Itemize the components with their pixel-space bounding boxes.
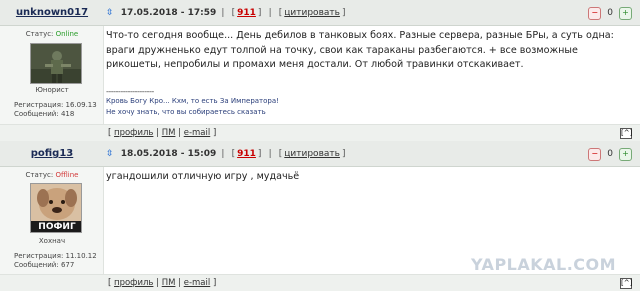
signature-line: Кровь Богу Кро... Кхм, то есть За Импера… xyxy=(106,96,279,105)
user-title: Юнорист xyxy=(35,86,69,94)
vote-count: 0 xyxy=(607,8,613,18)
author-name[interactable]: pofig13 xyxy=(0,141,104,167)
post-footer: [ профиль | ПМ | e-mail ] [^] xyxy=(0,274,640,291)
separator: | xyxy=(156,128,159,138)
bracket: ] xyxy=(257,149,262,159)
user-info: Статус: Online Юнорист Регистрация: 16.0… xyxy=(0,26,104,124)
to-top-button[interactable]: [^] xyxy=(620,128,632,139)
separator: | xyxy=(178,128,182,138)
minus-vote-icon[interactable]: − xyxy=(588,6,602,20)
bracket: [ xyxy=(278,149,283,159)
status-value: Offline xyxy=(55,171,79,179)
status-value: Online xyxy=(55,30,79,38)
msgs-label: Сообщений: xyxy=(14,110,59,118)
bracket: ] xyxy=(212,128,217,138)
user-stats: Регистрация: 16.09.13 Сообщений: 418 xyxy=(14,101,97,119)
user-info: Статус: Offline ПОФИГ Хохнач Регистрация… xyxy=(0,167,104,274)
post-footer: [ профиль | ПМ | e-mail ] [^] xyxy=(0,124,640,141)
post: unknown017 ⇳ 17.05.2018 - 17:59 | [911] … xyxy=(0,0,640,141)
post-header: unknown017 ⇳ 17.05.2018 - 17:59 | [911] … xyxy=(0,0,640,26)
bracket: ] xyxy=(341,8,346,18)
quote-link[interactable]: цитировать xyxy=(284,8,340,18)
msgs-count: 677 xyxy=(60,261,75,269)
separator: | xyxy=(221,149,225,159)
separator: | xyxy=(221,8,225,18)
status-label: Статус: xyxy=(25,171,54,179)
reg-date: 11.10.12 xyxy=(65,252,97,260)
post-meta: ⇳ 17.05.2018 - 17:59 | [911] | [цитирова… xyxy=(106,0,347,26)
to-top-button[interactable]: [^] xyxy=(620,278,632,289)
pin-icon[interactable]: ⇳ xyxy=(106,8,114,18)
author-name[interactable]: unknown017 xyxy=(0,0,104,26)
user-status: Статус: Offline xyxy=(0,171,104,179)
pm-link[interactable]: ПМ xyxy=(162,278,176,288)
post-meta: ⇳ 18.05.2018 - 15:09 | [911] | [цитирова… xyxy=(106,141,347,167)
email-link[interactable]: e-mail xyxy=(184,128,211,138)
user-title: Хохнач xyxy=(38,237,66,245)
bracket: [ xyxy=(278,8,283,18)
user-status: Статус: Online xyxy=(0,30,104,38)
minus-vote-icon[interactable]: − xyxy=(588,147,602,161)
vote-controls: − 0 + xyxy=(588,147,632,161)
post-body: Что-то сегодня вообще... День дебилов в … xyxy=(106,26,632,118)
bracket: [ xyxy=(231,8,236,18)
bracket: ] xyxy=(212,278,217,288)
post-text: Что-то сегодня вообще... День дебилов в … xyxy=(106,30,614,70)
bracket: [ xyxy=(108,128,112,138)
post-datetime: 17.05.2018 - 17:59 xyxy=(120,8,217,18)
avatar[interactable]: ПОФИГ xyxy=(30,183,82,233)
bracket: ] xyxy=(257,8,262,18)
pm-link[interactable]: ПМ xyxy=(162,128,176,138)
user-stats: Регистрация: 11.10.12 Сообщений: 677 xyxy=(14,252,97,270)
avatar[interactable] xyxy=(30,43,82,84)
separator: | xyxy=(268,8,272,18)
signature-line: Не хочу знать, что вы собираетесь сказат… xyxy=(106,107,266,116)
msgs-label: Сообщений: xyxy=(14,261,59,269)
profile-link[interactable]: профиль xyxy=(114,278,153,288)
separator: | xyxy=(156,278,159,288)
vote-controls: − 0 + xyxy=(588,6,632,20)
post-text: угандошили отличную игру , мудачьё xyxy=(106,171,300,182)
avatar-caption: ПОФИГ xyxy=(38,222,76,232)
post-number[interactable]: 911 xyxy=(237,8,256,18)
footer-links: [ профиль | ПМ | e-mail ] xyxy=(108,125,216,142)
footer-links: [ профиль | ПМ | e-mail ] xyxy=(108,275,216,291)
reg-label: Регистрация: xyxy=(14,252,64,260)
post-header: pofig13 ⇳ 18.05.2018 - 15:09 | [911] | [… xyxy=(0,141,640,167)
separator: | xyxy=(268,149,272,159)
email-link[interactable]: e-mail xyxy=(184,278,211,288)
bracket: ] xyxy=(341,149,346,159)
msgs-count: 418 xyxy=(60,110,75,118)
watermark: YAPLAKAL.COM xyxy=(471,255,617,274)
bracket: [ xyxy=(231,149,236,159)
plus-vote-icon[interactable]: + xyxy=(619,6,632,20)
post-body: угандошили отличную игру , мудачьё xyxy=(106,167,632,185)
post-number[interactable]: 911 xyxy=(237,149,256,159)
plus-vote-icon[interactable]: + xyxy=(619,147,632,161)
reg-date: 16.09.13 xyxy=(65,101,97,109)
reg-label: Регистрация: xyxy=(14,101,64,109)
signature-divider: -------------------- xyxy=(106,86,154,96)
status-label: Статус: xyxy=(25,30,54,38)
pin-icon[interactable]: ⇳ xyxy=(106,149,114,159)
separator: | xyxy=(178,278,182,288)
quote-link[interactable]: цитировать xyxy=(284,149,340,159)
post-datetime: 18.05.2018 - 15:09 xyxy=(120,149,217,159)
vote-count: 0 xyxy=(607,149,613,159)
profile-link[interactable]: профиль xyxy=(114,128,153,138)
bracket: [ xyxy=(108,278,112,288)
